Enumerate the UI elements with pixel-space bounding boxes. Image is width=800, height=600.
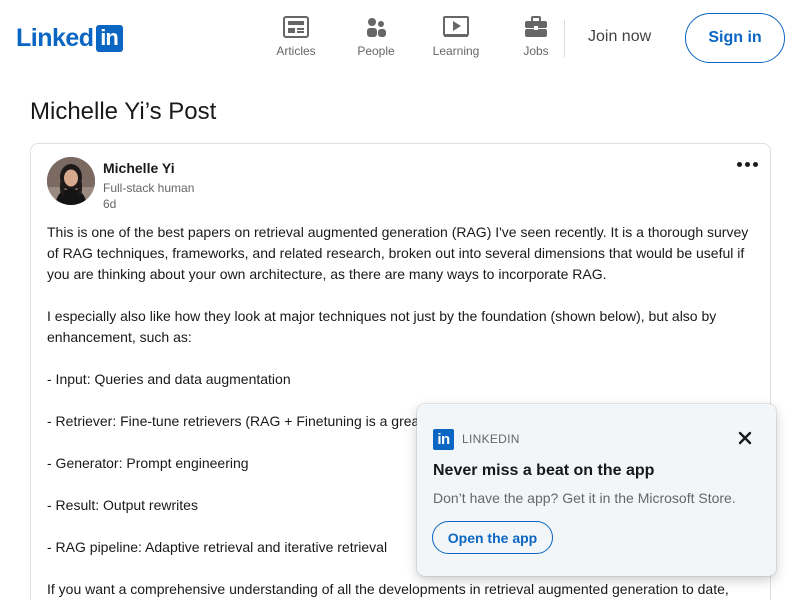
linkedin-logo-icon: in	[433, 429, 454, 450]
jobs-icon	[523, 14, 549, 40]
nav-divider	[564, 20, 565, 57]
people-icon	[363, 14, 389, 40]
open-app-button[interactable]: Open the app	[432, 521, 553, 554]
author-name[interactable]: Michelle Yi	[103, 160, 175, 176]
toast-brand: LINKEDIN	[462, 432, 520, 446]
page-title: Michelle Yi’s Post	[30, 98, 217, 125]
post-paragraph: If you want a comprehensive understandin…	[47, 581, 729, 597]
nav-label-learning: Learning	[432, 44, 480, 58]
toast-text: Don’t have the app? Get it in the Micros…	[433, 490, 736, 506]
learning-icon	[443, 14, 469, 40]
join-now-button[interactable]: Join now	[574, 20, 665, 54]
toast-title: Never miss a beat on the app	[433, 462, 655, 479]
close-icon	[738, 431, 752, 445]
nav-item-people[interactable]: People	[336, 14, 416, 58]
nav-label-articles: Articles	[276, 44, 316, 58]
nav-item-articles[interactable]: Articles	[256, 14, 336, 58]
app-promo-toast: in LINKEDIN Never miss a beat on the app…	[417, 404, 776, 576]
author-headline: Full-stack human	[103, 181, 195, 195]
logo-box: in	[95, 24, 123, 52]
post-paragraph: I especially also like how they look at …	[47, 308, 717, 345]
post-paragraph: This is one of the best papers on retrie…	[47, 224, 749, 282]
close-button[interactable]	[735, 428, 755, 448]
sign-in-button[interactable]: Sign in	[685, 13, 785, 63]
nav-item-learning[interactable]: Learning	[416, 14, 496, 58]
nav-label-jobs: Jobs	[523, 44, 549, 58]
more-options-button[interactable]	[733, 156, 761, 172]
linkedin-logo[interactable]: Linked in	[16, 24, 123, 52]
primary-nav: Articles People Learning Jobs	[256, 14, 576, 58]
avatar[interactable]	[47, 157, 95, 205]
post-time: 6d	[103, 197, 117, 211]
nav-label-people: People	[357, 44, 395, 58]
logo-wordmark: Linked	[16, 24, 94, 52]
more-dot-icon	[736, 161, 742, 167]
articles-icon	[283, 14, 309, 40]
top-header: Linked in Articles People Learning Jobs …	[0, 0, 800, 76]
post-list-item: - Input: Queries and data augmentation	[47, 371, 291, 387]
more-dot-icon	[744, 161, 750, 167]
more-dot-icon	[752, 161, 758, 167]
